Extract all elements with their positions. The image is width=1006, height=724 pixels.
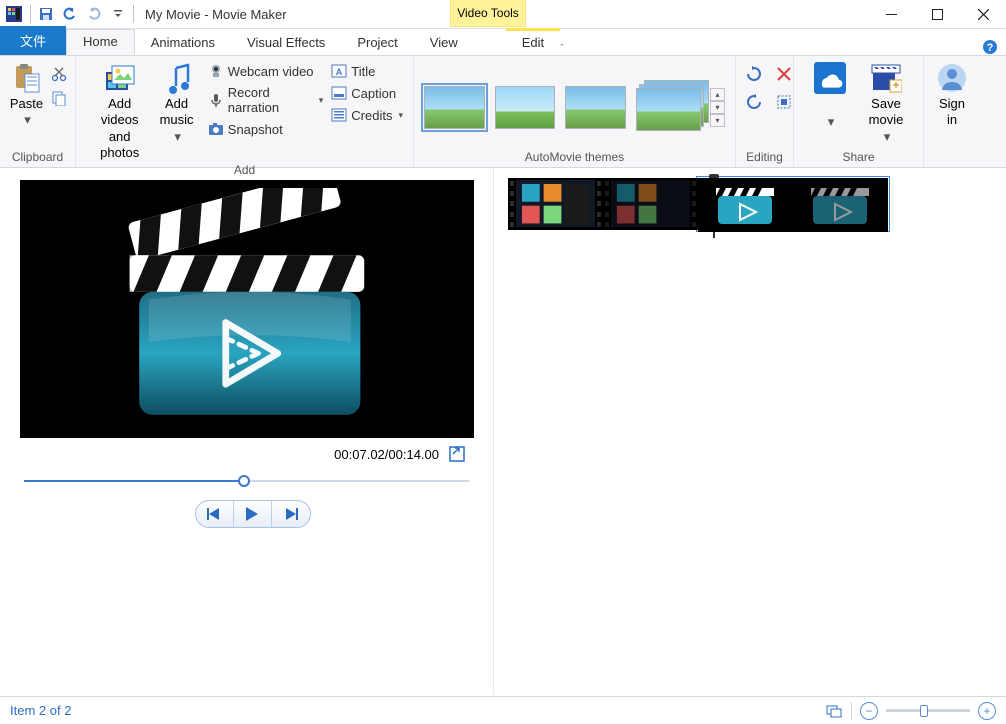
- zoom-out-button[interactable]: −: [860, 702, 878, 720]
- tab-animations[interactable]: Animations: [135, 31, 231, 55]
- next-frame-button[interactable]: [272, 501, 310, 527]
- paste-label: Paste: [10, 96, 43, 112]
- tab-project[interactable]: Project: [341, 31, 413, 55]
- save-movie-button[interactable]: Save movie ▾: [858, 60, 914, 147]
- timeline-clip-2b[interactable]: [793, 178, 888, 230]
- paste-button[interactable]: Paste ▾: [6, 60, 47, 131]
- add-music-button[interactable]: Add music ▾: [155, 60, 197, 147]
- add-music-label: Add music: [160, 96, 194, 129]
- onedrive-share-button[interactable]: ▾: [802, 60, 858, 132]
- fullscreen-button[interactable]: [449, 446, 465, 462]
- snapshot-button[interactable]: Snapshot: [206, 120, 326, 138]
- rotate-left-button[interactable]: [744, 64, 764, 84]
- automovie-theme-3[interactable]: [565, 86, 626, 129]
- app-logo-icon: [5, 5, 23, 23]
- group-label-signin: [924, 164, 980, 167]
- webcam-video-button[interactable]: Webcam video: [206, 62, 326, 80]
- group-label-automovie: AutoMovie themes: [414, 150, 735, 167]
- save-button[interactable]: [35, 3, 57, 25]
- undo-button[interactable]: [59, 3, 81, 25]
- window-title: My Movie - Movie Maker: [145, 7, 287, 22]
- svg-text:?: ?: [987, 42, 994, 54]
- remove-button[interactable]: [774, 64, 794, 84]
- timeline-clip-1[interactable]: [508, 178, 603, 230]
- prev-frame-button[interactable]: [196, 501, 234, 527]
- add-videos-photos-label: Add videos and photos: [88, 96, 151, 161]
- copy-button[interactable]: [49, 88, 69, 108]
- cut-button[interactable]: [49, 64, 69, 84]
- close-button[interactable]: [960, 0, 1006, 28]
- group-label-editing: Editing: [736, 150, 793, 167]
- select-all-button[interactable]: [774, 92, 794, 112]
- preview-frame-clapper-icon: [100, 188, 390, 438]
- zoom-in-button[interactable]: +: [978, 702, 996, 720]
- timeline-clip-2[interactable]: [698, 178, 793, 230]
- group-label-clipboard: Clipboard: [0, 150, 75, 167]
- tab-view[interactable]: View: [414, 31, 474, 55]
- tab-edit[interactable]: Edit: [506, 28, 560, 55]
- zoom-slider[interactable]: [886, 709, 970, 712]
- svg-text:A: A: [336, 67, 343, 77]
- rotate-right-button[interactable]: [744, 92, 764, 112]
- automovie-theme-4[interactable]: [636, 86, 696, 129]
- themes-expand[interactable]: ▾: [710, 114, 725, 127]
- sign-in-label: Sign in: [939, 96, 965, 129]
- title-button[interactable]: ATitle: [329, 62, 405, 80]
- collapse-ribbon-button[interactable]: ˆ: [560, 43, 564, 55]
- status-item-count: Item 2 of 2: [10, 703, 71, 718]
- seek-slider[interactable]: [24, 480, 469, 482]
- play-button[interactable]: [234, 501, 272, 527]
- minimize-button[interactable]: [868, 0, 914, 28]
- credits-button[interactable]: Credits▾: [329, 106, 405, 124]
- preview-display: [20, 180, 474, 438]
- caption-button[interactable]: Caption: [329, 84, 405, 102]
- sign-in-button[interactable]: Sign in: [932, 60, 972, 131]
- help-button[interactable]: ?: [982, 39, 998, 55]
- maximize-button[interactable]: [914, 0, 960, 28]
- qat-customize-button[interactable]: [107, 3, 129, 25]
- add-videos-photos-button[interactable]: Add videos and photos: [84, 60, 155, 163]
- tab-file[interactable]: 文件: [0, 26, 66, 55]
- save-movie-label: Save movie: [869, 96, 904, 129]
- contextual-tab-header: Video Tools: [450, 0, 526, 27]
- thumbnails-view-button[interactable]: [825, 702, 843, 720]
- record-narration-button[interactable]: Record narration▾: [206, 84, 326, 116]
- timeline[interactable]: [494, 168, 1006, 695]
- themes-scroll-up[interactable]: ▴: [710, 88, 725, 101]
- tab-visual-effects[interactable]: Visual Effects: [231, 31, 341, 55]
- group-label-share: Share: [794, 150, 923, 167]
- preview-time-display: 00:07.02/00:14.00: [334, 447, 439, 462]
- redo-button[interactable]: [83, 3, 105, 25]
- automovie-theme-2[interactable]: [495, 86, 556, 129]
- timeline-clip-1b[interactable]: [603, 178, 698, 230]
- automovie-theme-1[interactable]: [424, 86, 485, 129]
- tab-home[interactable]: Home: [66, 29, 135, 55]
- themes-scroll-down[interactable]: ▾: [710, 101, 725, 114]
